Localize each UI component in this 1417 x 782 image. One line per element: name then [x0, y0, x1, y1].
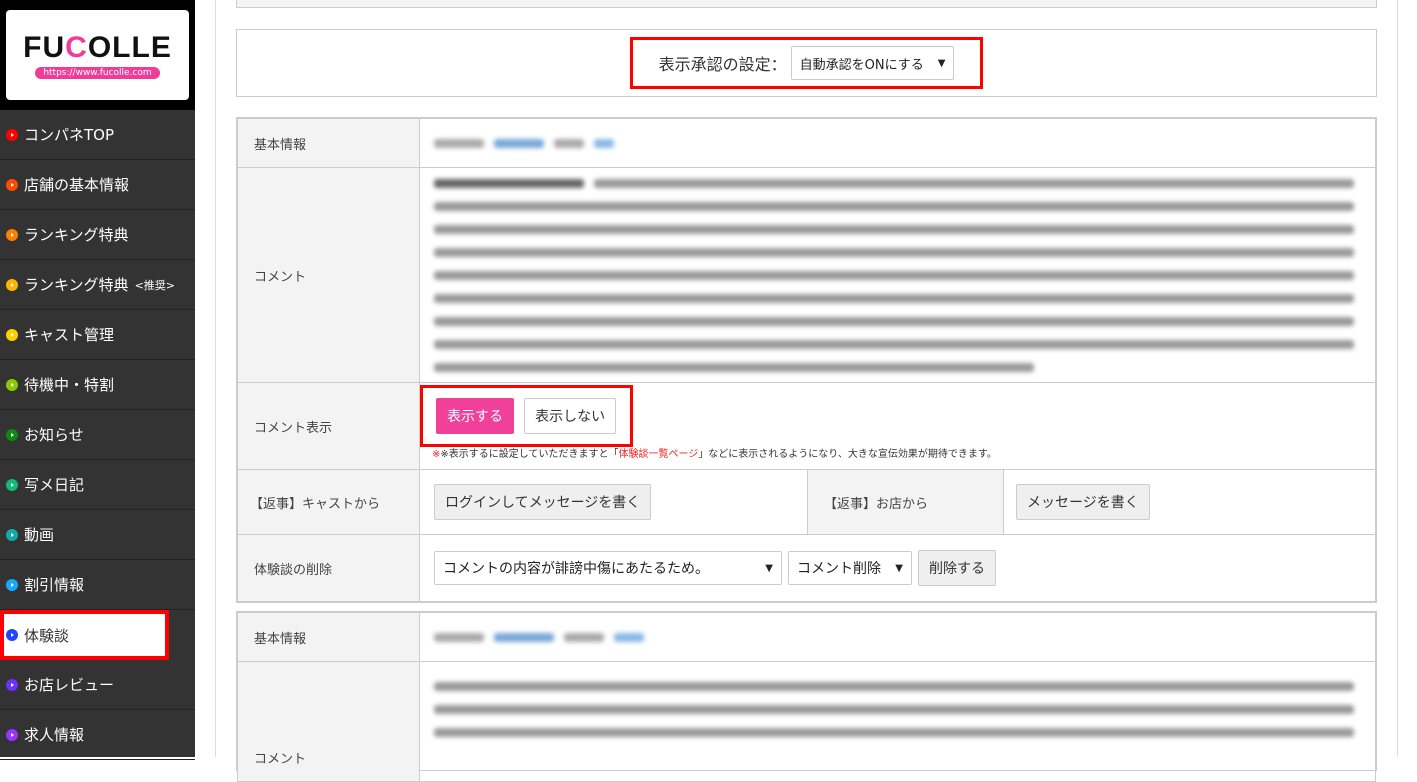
chevron-down-icon: ▼ — [895, 562, 903, 574]
sidebar-item-label: コンパネTOP — [24, 126, 115, 144]
display-note: ※※表示するに設定していただきますと「体験談一覧ページ」などに表示されるようにな… — [432, 448, 997, 460]
hide-comment-button[interactable]: 表示しない — [524, 397, 617, 434]
sidebar-item-6[interactable]: お知らせ — [0, 410, 195, 460]
sidebar-item-label: 求人情報 — [24, 726, 85, 744]
sidebar-item-4[interactable]: キャスト管理 — [0, 310, 195, 360]
sidebar: FUCOLLE https://www.fucolle.com コンパネTOP 店… — [0, 0, 195, 760]
bullet-icon — [6, 128, 18, 141]
sidebar-item-12[interactable]: 求人情報 — [0, 710, 195, 760]
sidebar-item-label: 店舗の基本情報 — [24, 176, 130, 194]
bullet-icon — [6, 428, 18, 441]
basic-info-label: 基本情報 — [237, 118, 420, 168]
bullet-icon — [6, 178, 18, 191]
review-table: 基本情報 コメント コメント表示 表示する 表示しない ※※表示するに設定してい… — [236, 117, 1377, 603]
chevron-down-icon: ▼ — [765, 562, 773, 574]
sidebar-item-2[interactable]: ランキング特典 — [0, 210, 195, 260]
comment-display-label: コメント表示 — [237, 382, 420, 470]
comment-label: コメント — [237, 661, 420, 782]
chevron-down-icon: ▼ — [937, 57, 946, 69]
sidebar-item-8[interactable]: 動画 — [0, 510, 195, 560]
sidebar-item-3[interactable]: ランキング特典 <推奨> — [0, 260, 195, 310]
reply-cast-label: 【返事】キャストから — [237, 469, 420, 535]
logo[interactable]: FUCOLLE https://www.fucolle.com — [6, 10, 189, 100]
comment-label: コメント — [237, 167, 420, 383]
approval-setting: 表示承認の設定： 自動承認をONにする ▼ — [236, 29, 1377, 97]
bullet-icon — [6, 678, 18, 691]
sidebar-item-9[interactable]: 割引情報 — [0, 560, 195, 610]
sidebar-item-label: 体験談 — [24, 626, 70, 645]
login-write-message-button[interactable]: ログインしてメッセージを書く — [434, 484, 652, 520]
sidebar-item-5[interactable]: 待機中・特割 — [0, 360, 195, 410]
sidebar-item-label: キャスト管理 — [24, 326, 115, 344]
logo-area: FUCOLLE https://www.fucolle.com — [0, 0, 195, 110]
review-table-2: 基本情報 コメント — [236, 611, 1377, 782]
sidebar-item-label: ランキング特典 — [24, 226, 129, 244]
basic-info-label: 基本情報 — [237, 612, 420, 662]
sidebar-item-label: 動画 — [24, 526, 55, 544]
top-panel — [236, 0, 1377, 8]
show-comment-button[interactable]: 表示する — [436, 397, 514, 434]
delete-reason-select[interactable]: コメントの内容が誹謗中傷にあたるため。 ▼ — [434, 551, 782, 585]
bullet-icon — [6, 278, 18, 291]
approval-label: 表示承認の設定： — [658, 55, 787, 74]
sidebar-item-label: お店レビュー — [24, 676, 115, 694]
sidebar-item-1[interactable]: 店舗の基本情報 — [0, 160, 195, 210]
logo-url: https://www.fucolle.com — [35, 67, 160, 79]
bullet-icon — [6, 528, 18, 541]
comment-text — [434, 178, 1361, 372]
sidebar-item-label: 割引情報 — [24, 576, 85, 594]
write-message-button[interactable]: メッセージを書く — [1016, 484, 1150, 520]
delete-type-select[interactable]: コメント削除 ▼ — [788, 551, 912, 585]
delete-button[interactable]: 削除する — [918, 550, 996, 586]
bullet-icon — [6, 228, 18, 241]
reply-shop-label: 【返事】お店から — [807, 469, 1004, 535]
bullet-icon — [6, 728, 18, 741]
sidebar-item-7[interactable]: 写メ日記 — [0, 460, 195, 510]
sidebar-item-0[interactable]: コンパネTOP — [0, 110, 195, 160]
bullet-icon — [6, 478, 18, 491]
sidebar-item-label: 待機中・特割 — [24, 376, 115, 394]
sidebar-item-11[interactable]: お店レビュー — [0, 660, 195, 710]
bullet-icon — [6, 629, 18, 641]
delete-label: 体験談の削除 — [237, 534, 420, 602]
bullet-icon — [6, 578, 18, 591]
review-list-link[interactable]: 体験談一覧ページ — [618, 449, 698, 460]
bullet-icon — [6, 378, 18, 391]
bullet-icon — [6, 328, 18, 341]
sidebar-item-label: お知らせ — [24, 426, 84, 444]
approval-select[interactable]: 自動承認をONにする ▼ — [790, 46, 955, 80]
sidebar-item-10[interactable]: 体験談 — [0, 610, 169, 660]
sidebar-item-label: ランキング特典 — [24, 276, 129, 294]
sidebar-item-label: 写メ日記 — [24, 476, 85, 494]
sidebar-item-suffix: <推奨> — [134, 278, 175, 292]
